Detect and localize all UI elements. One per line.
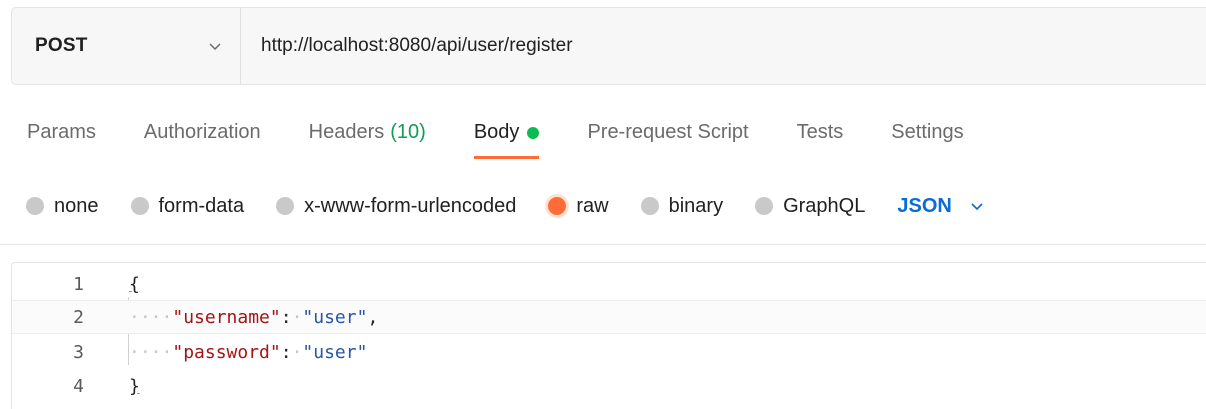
code-text: ····"password":·"user" [129,341,368,363]
body-type-graphql[interactable]: GraphQL [755,195,865,218]
raw-format-label: JSON [897,194,952,217]
json-value: "user" [302,341,368,363]
json-value: "user" [302,306,368,328]
close-brace: } [129,375,140,397]
tab-label: Headers [308,121,385,143]
json-comma: , [367,306,379,328]
radio-button-selected[interactable] [548,197,567,215]
body-type-options: none form-data x-www-form-urlencoded raw… [26,188,984,224]
tab-tests[interactable]: Tests [797,107,844,163]
tab-label: Authorization [143,121,261,143]
tab-headers[interactable]: Headers (10) [309,107,426,163]
json-colon: : [280,306,292,328]
code-line: 3 ····"password":·"user" [12,335,1206,369]
headers-count: (10) [390,121,426,143]
code-text: { [129,274,140,295]
option-label: form-data [158,194,245,217]
option-label: GraphQL [783,194,866,217]
request-tabs: Params Authorization Headers (10) Body P… [27,107,1012,163]
json-colon: : [280,341,292,363]
body-type-none[interactable]: none [26,195,99,218]
raw-format-select[interactable]: JSON [897,195,983,218]
tab-params[interactable]: Params [27,107,96,163]
line-number: 4 [73,375,84,397]
tab-label: Pre-request Script [587,121,749,143]
tab-label: Params [27,121,96,143]
tab-label: Settings [891,121,964,143]
code-line: 1 { [12,267,1206,301]
divider [0,244,1206,245]
body-type-raw[interactable]: raw [548,194,609,218]
code-line: 2 ····"username":·"user", [12,300,1206,334]
code-line: 4 } [12,369,1206,403]
tab-authorization[interactable]: Authorization [144,107,261,163]
radio-button[interactable] [640,197,659,215]
json-key: "username" [172,306,281,328]
tab-body[interactable]: Body [473,107,540,163]
method-label: POST [35,35,88,56]
radio-button[interactable] [130,197,149,215]
tab-settings[interactable]: Settings [891,107,963,163]
chevron-down-icon [971,203,983,211]
body-status-dot [527,127,540,139]
tab-pre-request-script[interactable]: Pre-request Script [587,107,748,163]
body-code-editor[interactable]: 1 { 2 ····"username":·"user", 3 ····"pas… [11,262,1206,409]
tab-label: Tests [796,121,844,143]
code-text: } [129,376,140,397]
option-label: binary [668,194,724,217]
url-input[interactable] [241,8,1206,84]
option-label: x-www-form-urlencoded [304,194,517,217]
radio-button[interactable] [26,197,44,215]
radio-button[interactable] [276,197,295,215]
code-text: ····"username":·"user", [129,306,379,328]
request-url-bar: POST [11,7,1206,85]
method-select[interactable]: POST [12,8,241,84]
chevron-down-icon [209,43,221,51]
line-number: 3 [73,341,84,363]
tab-label: Body [473,121,520,143]
option-label: raw [576,194,609,217]
open-brace: { [129,273,140,295]
json-key: "password" [172,341,281,363]
line-number: 2 [73,306,84,328]
body-type-urlencoded[interactable]: x-www-form-urlencoded [276,195,516,218]
radio-button[interactable] [755,197,774,215]
body-type-form-data[interactable]: form-data [130,194,245,218]
line-number: 1 [73,273,84,295]
body-type-binary[interactable]: binary [640,194,724,218]
option-label: none [54,194,99,217]
